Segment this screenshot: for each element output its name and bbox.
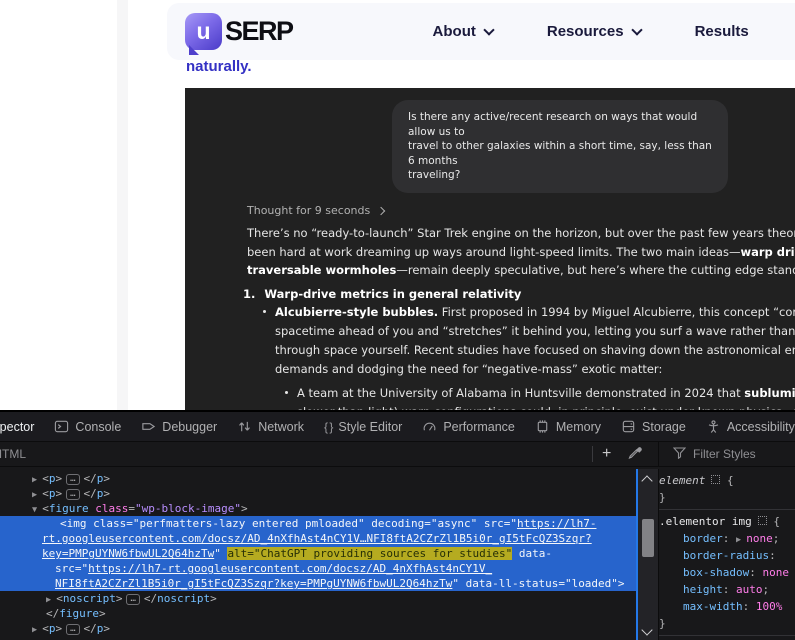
chat-bullet-item: Alcubierre-style bubbles. First proposed… xyxy=(275,305,795,376)
userp-logo[interactable]: u SERP xyxy=(185,13,294,50)
chat-thought-label: Thought for 9 seconds xyxy=(247,204,386,217)
memory-icon xyxy=(537,420,548,433)
chat-numbered-item: 1. Warp-drive metrics in general relativ… xyxy=(243,287,521,301)
tab-label: Memory xyxy=(555,419,602,434)
toolbar-divider xyxy=(592,446,593,462)
tab-memory[interactable]: Memory xyxy=(535,419,601,434)
scrollbar-thumb[interactable] xyxy=(642,519,654,557)
nav-item-label: Resources xyxy=(546,23,624,40)
network-icon xyxy=(239,421,251,432)
search-html-input[interactable]: Search HTML xyxy=(0,442,26,466)
list-number: 1. xyxy=(243,287,256,301)
tab-label: Console xyxy=(75,419,122,434)
page-body-link-text[interactable]: naturally. xyxy=(186,58,252,75)
braces-icon: { } xyxy=(324,419,333,434)
tab-label: Style Editor xyxy=(338,419,403,434)
list-item-title: Warp-drive metrics in general relativity xyxy=(264,287,522,301)
devtools-toolbar: Search HTML + Filter Styles xyxy=(0,442,795,467)
tab-debugger[interactable]: Debugger xyxy=(141,419,217,434)
chevron-down-icon xyxy=(630,24,643,36)
nav-item-about[interactable]: About xyxy=(432,23,495,40)
tab-label: Network xyxy=(258,419,305,434)
tab-label: Debugger xyxy=(162,419,218,434)
bullet-icon xyxy=(263,310,266,313)
chat-answer-paragraph: There’s no “ready-to-launch” Star Trek e… xyxy=(247,226,795,277)
chat-sub-bullet-item: A team at the University of Alabama in H… xyxy=(297,386,795,410)
tab-console[interactable]: Console xyxy=(54,419,121,434)
scroll-up-icon[interactable] xyxy=(641,475,653,487)
tab-label: Performance xyxy=(443,419,515,434)
nav-item-label: Results xyxy=(694,23,749,40)
tab-storage[interactable]: Storage xyxy=(621,419,686,434)
devtools-panel: Inspector Console Debugger Network { } Style … xyxy=(0,410,795,640)
userp-logo-icon: u xyxy=(185,13,222,50)
eyedropper-icon[interactable] xyxy=(628,446,643,466)
chatgpt-screenshot-image: Is there any active/recent research on w… xyxy=(185,88,795,410)
markup-scrollbar[interactable] xyxy=(636,469,658,640)
filter-icon xyxy=(672,446,687,462)
bullet-icon xyxy=(285,391,288,394)
markup-rows-before[interactable]: ▶ <p>… </p> ▶ <p>… </p> ▼ <figure class="wp-… xyxy=(0,471,636,516)
scroll-down-icon[interactable] xyxy=(641,624,653,636)
userp-logo-wordmark: SERP xyxy=(225,16,294,46)
site-header: u SERP AboutResourcesResultsServices xyxy=(167,3,795,60)
markup-rows-after[interactable]: ▶ <noscript>… </noscript> </figure> ▶ <p>… <… xyxy=(0,591,636,636)
nav-item-resources[interactable]: Resources xyxy=(546,23,643,40)
tab-label: Accessibility xyxy=(726,419,795,434)
markup-view: ▶ <p>… </p> ▶ <p>… </p> ▼ <figure class="wp-… xyxy=(0,469,636,640)
devtools-tab-bar: Inspector Console Debugger Network { } Style … xyxy=(0,412,795,442)
performance-icon xyxy=(423,422,436,431)
add-node-button[interactable]: + xyxy=(602,442,611,465)
console-icon xyxy=(55,420,69,433)
nav-item-results[interactable]: Results xyxy=(695,23,749,40)
markup-row-selected-img[interactable]: <img class="perfmatters-lazy entered pml… xyxy=(0,516,636,591)
filter-styles-input[interactable]: Filter Styles xyxy=(693,447,756,461)
debugger-icon xyxy=(142,423,156,430)
accessibility-icon xyxy=(708,420,719,433)
rules-view[interactable]: element {} .elementor img {border: ▶ none… xyxy=(658,469,795,640)
storage-icon xyxy=(622,420,635,433)
tab-label: Storage xyxy=(642,419,686,434)
nav-item-label: About xyxy=(432,23,476,40)
main-nav: AboutResourcesResultsServices xyxy=(433,23,795,40)
thought-text: Thought for 9 seconds xyxy=(247,204,371,217)
tab-accessibility[interactable]: Accessibility xyxy=(706,419,795,434)
chat-question-bubble: Is there any active/recent research on w… xyxy=(392,100,728,193)
tab-inspector[interactable]: Inspector xyxy=(0,419,34,434)
screenshot-root: { "colors":{"accent_blue":"#2764cc","dev… xyxy=(0,0,795,640)
chevron-right-icon xyxy=(376,206,386,215)
filter-styles-bar: Filter Styles xyxy=(658,442,795,466)
tab-label: Inspector xyxy=(0,419,35,434)
tab-style-editor[interactable]: { } Style Editor xyxy=(324,420,402,434)
page-background-strip xyxy=(117,0,128,410)
tab-performance[interactable]: Performance xyxy=(422,419,515,434)
tab-network[interactable]: Network xyxy=(237,419,304,434)
chevron-down-icon xyxy=(483,24,495,36)
devtools-body: ▶ <p>… </p> ▶ <p>… </p> ▼ <figure class="wp-… xyxy=(0,469,795,640)
